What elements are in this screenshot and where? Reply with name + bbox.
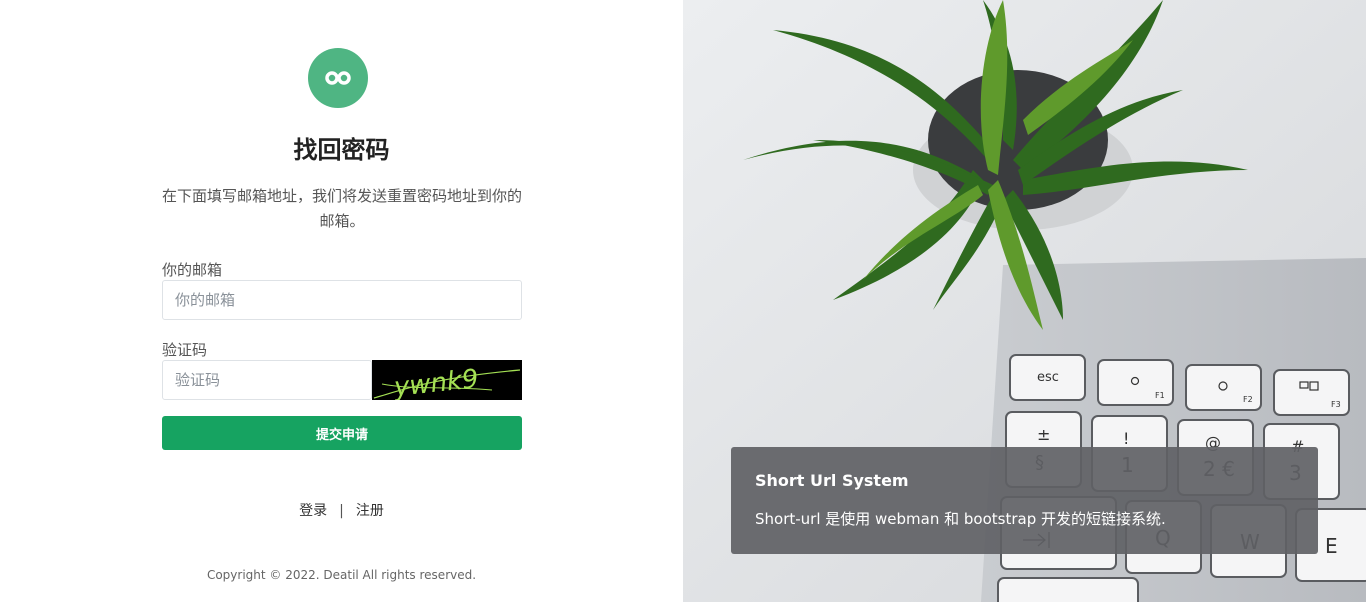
page-description: 在下面填写邮箱地址，我们将发送重置密码地址到你的邮箱。	[162, 187, 523, 230]
captcha-text: ywnk9	[392, 364, 480, 400]
key-esc: esc	[1037, 370, 1059, 385]
email-label: 你的邮箱	[162, 261, 223, 279]
submit-button[interactable]: 提交申请	[162, 416, 522, 450]
copyright: Copyright © 2022. Deatil All rights rese…	[206, 568, 477, 582]
key-f3: F3	[1331, 400, 1341, 409]
captcha-label: 验证码	[162, 341, 208, 359]
key-f2: F2	[1243, 395, 1253, 404]
key-f1: F1	[1155, 391, 1165, 400]
hero-title: Short Url System	[755, 471, 909, 490]
login-link[interactable]: 登录	[299, 503, 327, 519]
hero-caption: Short Url System Short-url 是使用 webman 和 …	[731, 447, 1318, 554]
key-e: E	[1325, 534, 1338, 558]
key-plusminus: ±	[1037, 425, 1050, 444]
link-separator: |	[339, 503, 344, 519]
captcha-input[interactable]	[162, 360, 372, 400]
hero-panel: esc F1 F2 F3 ± § ! 1 @ 2 € # 3 Q W E Sho…	[683, 0, 1366, 602]
register-link[interactable]: 注册	[356, 503, 384, 519]
captcha-image[interactable]: ywnk9	[372, 360, 522, 403]
hero-text: Short-url 是使用 webman 和 bootstrap 开发的短链接系…	[755, 510, 1166, 528]
page-title: 找回密码	[293, 136, 390, 164]
auth-links: 登录 | 注册	[0, 500, 683, 520]
infinity-icon	[325, 71, 351, 85]
login-panel: 找回密码 在下面填写邮箱地址，我们将发送重置密码地址到你的邮箱。 你的邮箱 验证…	[0, 0, 683, 602]
logo	[308, 48, 368, 108]
email-input[interactable]	[162, 280, 522, 320]
key-exclaim: !	[1123, 429, 1129, 448]
